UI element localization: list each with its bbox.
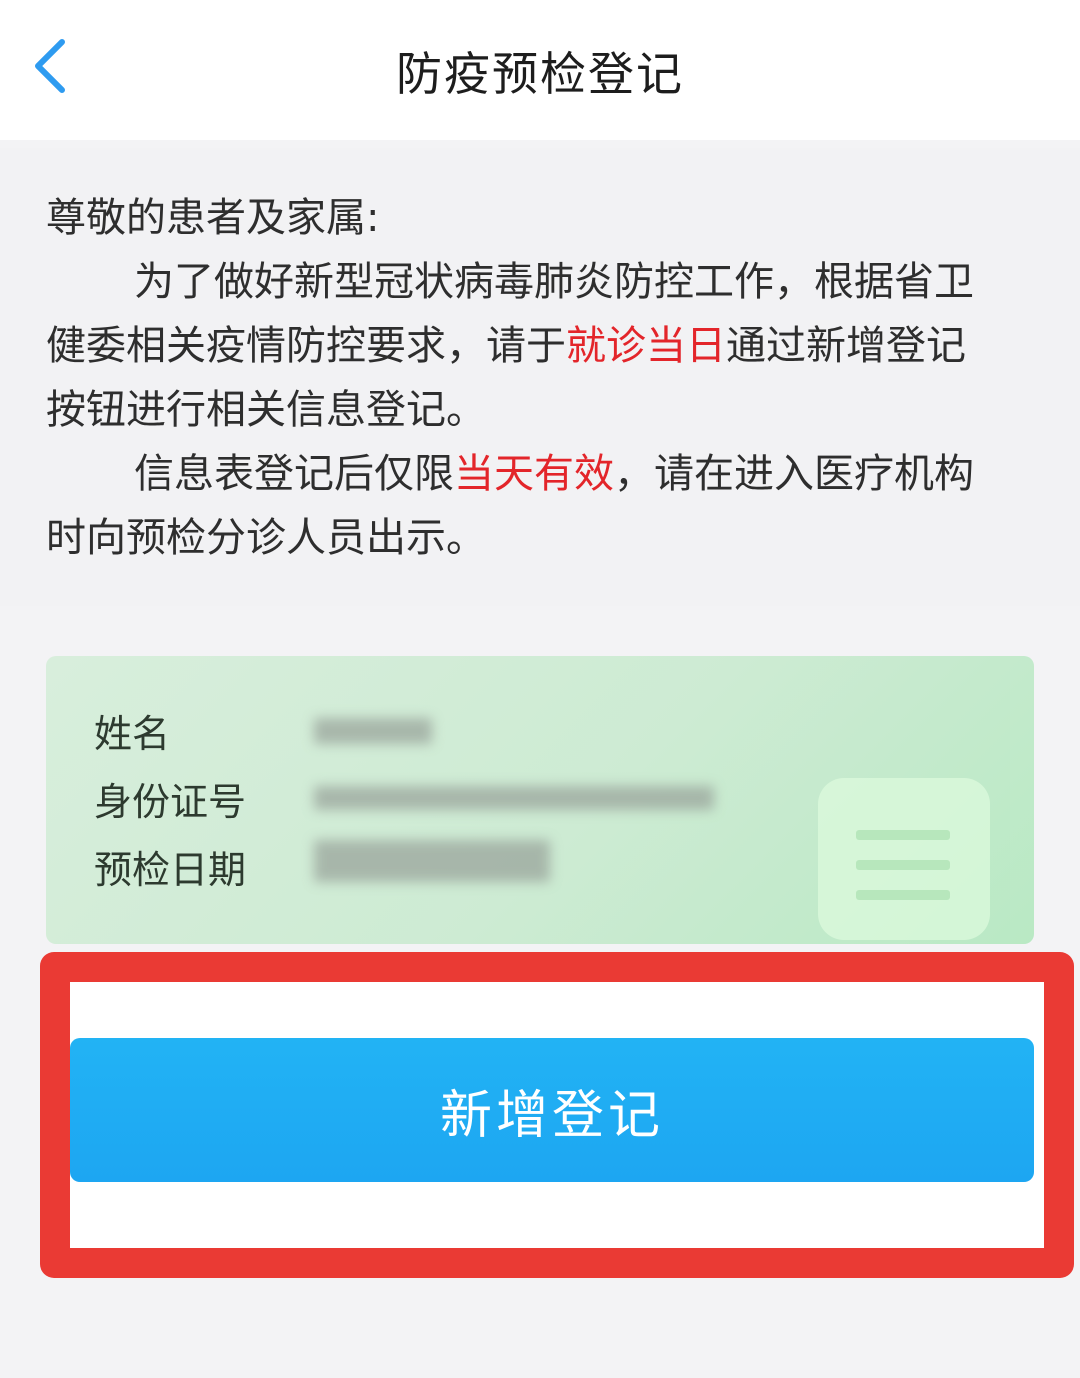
notice-highlight-same-day: 当天有效 (454, 451, 614, 497)
card-labels: 姓名 身份证号 预检日期 (94, 700, 246, 904)
notice-greeting: 尊敬的患者及家属: (46, 195, 380, 241)
add-registration-button[interactable]: 新增登记 (70, 1038, 1034, 1182)
registration-card[interactable]: 姓名 身份证号 预检日期 (46, 656, 1034, 944)
redacted-id-number (314, 786, 714, 810)
redacted-check-date (314, 840, 550, 882)
notice-text: 信息表登记后仅限 (134, 451, 454, 497)
label-check-date: 预检日期 (94, 848, 247, 892)
document-icon (818, 778, 990, 940)
nav-bar: 防疫预检登记 (0, 0, 1080, 140)
label-id-number: 身份证号 (94, 780, 247, 824)
page-title: 防疫预检登记 (396, 47, 684, 101)
label-name: 姓名 (94, 712, 171, 756)
notice-paragraph-2: 信息表登记后仅限当天有效，请在进入医疗机构时向预检分诊人员出示。 (46, 442, 1002, 570)
notice-panel: 尊敬的患者及家属: 为了做好新型冠状病毒肺炎防控工作，根据省卫健委相关疫情防控要… (0, 148, 1080, 606)
notice-highlight-visit-day: 就诊当日 (566, 323, 726, 369)
redacted-name (314, 718, 432, 744)
notice-paragraph-1: 为了做好新型冠状病毒肺炎防控工作，根据省卫健委相关疫情防控要求，请于就诊当日通过… (46, 250, 1002, 442)
